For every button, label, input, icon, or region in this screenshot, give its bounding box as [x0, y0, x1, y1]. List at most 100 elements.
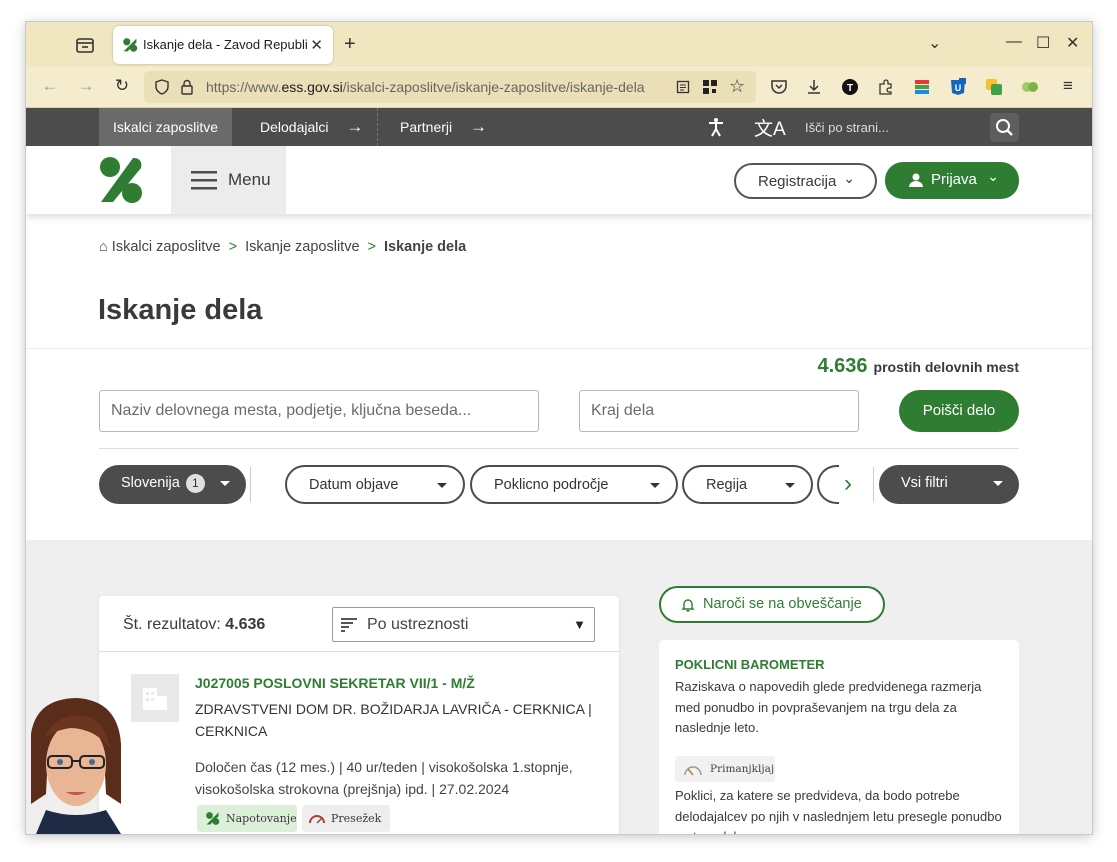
- minimize-icon[interactable]: —: [1006, 33, 1022, 51]
- barometer-title: POKLICNI BAROMETER: [675, 657, 825, 672]
- caret-down-icon: [993, 481, 1003, 486]
- extensions-puzzle-icon[interactable]: [877, 78, 895, 96]
- caret-down-icon: [650, 483, 660, 488]
- bell-icon: [681, 599, 695, 612]
- download-icon[interactable]: [805, 78, 823, 96]
- hamburger-menu-icon[interactable]: ≡: [1056, 76, 1080, 96]
- reader-view-icon[interactable]: [676, 80, 690, 94]
- caret-down-icon: [785, 483, 795, 488]
- ess-favicon-icon: [123, 38, 138, 52]
- topnav-employers-label: Delodajalci: [260, 119, 329, 135]
- site-search-input[interactable]: Išči po strani...: [796, 113, 1019, 142]
- job-listing[interactable]: J027005 POSLOVNI SEKRETAR VII/1 - M/Ž ZD…: [99, 652, 619, 834]
- page-title: Iskanje dela: [98, 294, 263, 326]
- caret-down-icon: [220, 481, 230, 486]
- chevron-down-icon: ⌄: [987, 168, 999, 184]
- forward-icon[interactable]: →: [74, 76, 98, 96]
- gauge-icon: [684, 766, 702, 776]
- breadcrumb-home[interactable]: Iskalci zaposlitve: [112, 239, 221, 255]
- search-jobs-button[interactable]: Poišči delo: [899, 390, 1019, 432]
- tab-list-icon[interactable]: [74, 34, 96, 56]
- more-filters-partial[interactable]: [817, 465, 839, 504]
- home-icon[interactable]: ⌂: [99, 239, 108, 255]
- accessibility-icon[interactable]: [706, 117, 726, 137]
- svg-text:T: T: [847, 83, 853, 94]
- tab-bar: Iskanje dela - Zavod Republike ✕ + ⌄ — ☐…: [26, 22, 1092, 67]
- keyword-search-input[interactable]: Naziv delovnega mesta, podjetje, ključna…: [99, 390, 539, 432]
- topnav-partners-label: Partnerji: [400, 119, 453, 135]
- browser-toolbar: ← → ↻ https://www.ess.gov.si/iskalci-zap…: [26, 67, 1092, 108]
- site-header: Menu Registracija ⌄ Prijava ⌄: [26, 146, 1092, 214]
- tag-surplus: Presežek: [302, 805, 390, 832]
- extension-t-icon[interactable]: T: [841, 78, 859, 96]
- subscribe-notifications-button[interactable]: Naroči se na obveščanje: [659, 586, 885, 623]
- shield-icon[interactable]: [154, 79, 170, 95]
- tab-close-icon[interactable]: ✕: [310, 36, 323, 54]
- scroll-right-chevron-icon[interactable]: ›: [844, 470, 852, 498]
- all-filters-label: Vsi filtri: [901, 475, 948, 491]
- topnav-job-seekers[interactable]: Iskalci zaposlitve: [99, 108, 233, 146]
- dropdown-arrow-icon: ▼: [573, 617, 586, 632]
- breadcrumb-separator: >: [228, 239, 238, 255]
- search-icon[interactable]: [990, 113, 1019, 142]
- field-filter[interactable]: Poklicno področje: [470, 465, 678, 504]
- filter-divider: [250, 467, 251, 502]
- chevron-down-icon: ⌄: [843, 170, 855, 186]
- reload-icon[interactable]: ↻: [110, 76, 134, 96]
- breadcrumb-current: Iskanje dela: [383, 239, 467, 255]
- website: Iskalci zaposlitve Delodajalci → Partner…: [26, 108, 1092, 834]
- address-bar[interactable]: https://www.ess.gov.si/iskalci-zaposlitv…: [144, 71, 756, 103]
- results-header: Št. rezultatov: 4.636 Po ustreznosti ▼: [99, 596, 619, 652]
- region-filter-label: Regija: [706, 477, 748, 493]
- bookmark-star-icon[interactable]: ☆: [729, 76, 745, 97]
- pocket-icon[interactable]: [770, 78, 788, 96]
- login-button[interactable]: Prijava ⌄: [885, 162, 1019, 199]
- extension-u-icon[interactable]: U: [949, 78, 967, 96]
- filter-count-badge: 1: [185, 474, 205, 493]
- top-navigation: Iskalci zaposlitve Delodajalci → Partner…: [26, 108, 1092, 146]
- divider: [99, 448, 1019, 449]
- translate-icon[interactable]: 文A: [754, 114, 786, 141]
- virtual-assistant-avatar[interactable]: [26, 694, 126, 834]
- register-label: Registracija: [758, 173, 837, 190]
- breadcrumb-search[interactable]: Iskanje zaposlitve: [245, 239, 359, 255]
- subscribe-label: Naroči se na obveščanje: [703, 596, 862, 612]
- extension-js-icon[interactable]: [1021, 78, 1039, 96]
- results-area: Št. rezultatov: 4.636 Po ustreznosti ▼ J…: [26, 540, 1092, 834]
- qr-code-icon[interactable]: [703, 80, 717, 94]
- topnav-employers[interactable]: Delodajalci →: [246, 108, 379, 146]
- browser-window: Iskanje dela - Zavod Republike ✕ + ⌄ — ☐…: [26, 22, 1092, 834]
- region-filter[interactable]: Regija: [682, 465, 813, 504]
- site-search-placeholder: Išči po strani...: [805, 120, 889, 135]
- url-text: https://www.ess.gov.si/iskalci-zaposlitv…: [206, 79, 645, 95]
- browser-tab-active[interactable]: Iskanje dela - Zavod Republike ✕: [113, 26, 333, 64]
- menu-label: Menu: [228, 170, 271, 189]
- register-button[interactable]: Registracija ⌄: [734, 163, 877, 199]
- extension-stack-icon[interactable]: [913, 78, 931, 96]
- topnav-partners[interactable]: Partnerji →: [386, 108, 501, 146]
- company-logo-placeholder: [131, 674, 179, 722]
- filter-divider: [873, 467, 874, 502]
- maximize-icon[interactable]: ☐: [1036, 33, 1050, 53]
- ess-logo[interactable]: [99, 156, 143, 204]
- country-filter[interactable]: Slovenija 1: [99, 465, 246, 504]
- deficit-description: Poklici, za katere se predvideva, da bod…: [675, 788, 1002, 834]
- job-count: 4.636 prostih delovnih mest: [817, 355, 1019, 378]
- back-icon[interactable]: ←: [38, 76, 62, 96]
- extension-squares-icon[interactable]: [985, 78, 1003, 96]
- date-filter[interactable]: Datum objave: [285, 465, 465, 504]
- job-count-number: 4.636: [817, 355, 868, 377]
- tab-overflow-chevron-icon[interactable]: ⌄: [928, 33, 941, 53]
- close-window-icon[interactable]: ✕: [1066, 33, 1079, 53]
- deficit-badge: Primanjkljaj: [675, 756, 775, 782]
- menu-icon: [191, 171, 217, 190]
- search-panel: 4.636 prostih delovnih mest Naziv delovne…: [26, 348, 1092, 540]
- all-filters-button[interactable]: Vsi filtri: [879, 465, 1019, 504]
- menu-button[interactable]: Menu: [171, 146, 286, 214]
- lock-icon[interactable]: [180, 79, 194, 95]
- deficit-label: Primanjkljaj: [710, 763, 775, 775]
- sort-select[interactable]: Po ustreznosti ▼: [332, 607, 595, 642]
- new-tab-icon[interactable]: +: [344, 33, 356, 56]
- location-input[interactable]: Kraj dela: [579, 390, 859, 432]
- job-title-link[interactable]: J027005 POSLOVNI SEKRETAR VII/1 - M/Ž: [195, 675, 475, 691]
